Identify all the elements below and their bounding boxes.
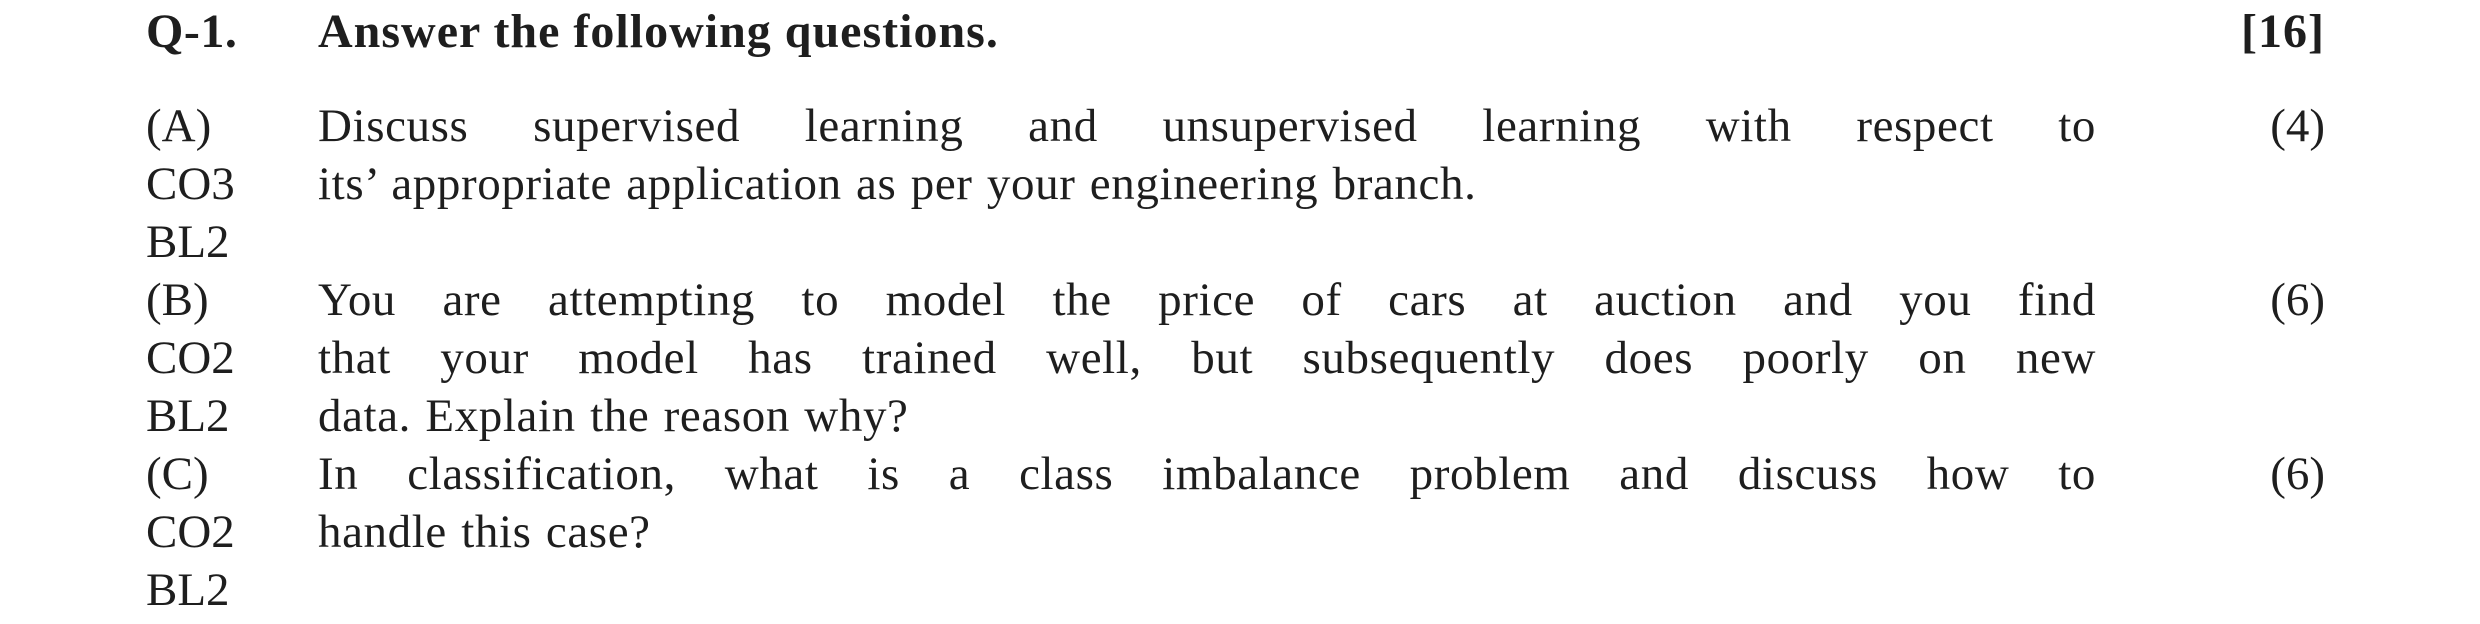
sub-question-marks: (6): [2270, 274, 2325, 326]
bloom-level: BL2: [146, 216, 230, 268]
sub-question-marks: (4): [2270, 100, 2325, 152]
question-heading: Answer the following questions.: [318, 5, 999, 58]
sub-question-line: handle this case?: [318, 506, 651, 558]
sub-question-line: data. Explain the reason why?: [318, 390, 909, 442]
sub-question-line: Discuss supervised learning and unsuperv…: [318, 100, 2096, 152]
sub-question-line: You are attempting to model the price of…: [318, 274, 2096, 326]
sub-question-label: (C): [146, 448, 209, 500]
question-page: Q-1. Answer the following questions. [16…: [0, 0, 2480, 624]
sub-question-meta: (A) CO3 BL2: [146, 97, 296, 271]
course-outcome: CO2: [146, 332, 235, 384]
course-outcome: CO2: [146, 506, 235, 558]
sub-question-line: In classification, what is a class imbal…: [318, 448, 2096, 500]
sub-question-meta: (C) CO2 BL2: [146, 445, 296, 619]
bloom-level: BL2: [146, 564, 230, 616]
question-number: Q-1.: [146, 5, 238, 58]
total-marks: [16]: [2241, 5, 2325, 58]
sub-question-line: its’ appropriate application as per your…: [318, 158, 1477, 210]
sub-question-marks: (6): [2270, 448, 2325, 500]
course-outcome: CO3: [146, 158, 235, 210]
sub-question-label: (A): [146, 100, 212, 152]
sub-question-text: Discuss supervised learning and unsuperv…: [318, 97, 2096, 213]
sub-question-text: In classification, what is a class imbal…: [318, 445, 2096, 561]
sub-question-label: (B): [146, 274, 209, 326]
sub-question-text: You are attempting to model the price of…: [318, 271, 2096, 445]
sub-question-meta: (B) CO2 BL2: [146, 271, 296, 445]
sub-question-line: that your model has trained well, but su…: [318, 332, 2096, 384]
bloom-level: BL2: [146, 390, 230, 442]
